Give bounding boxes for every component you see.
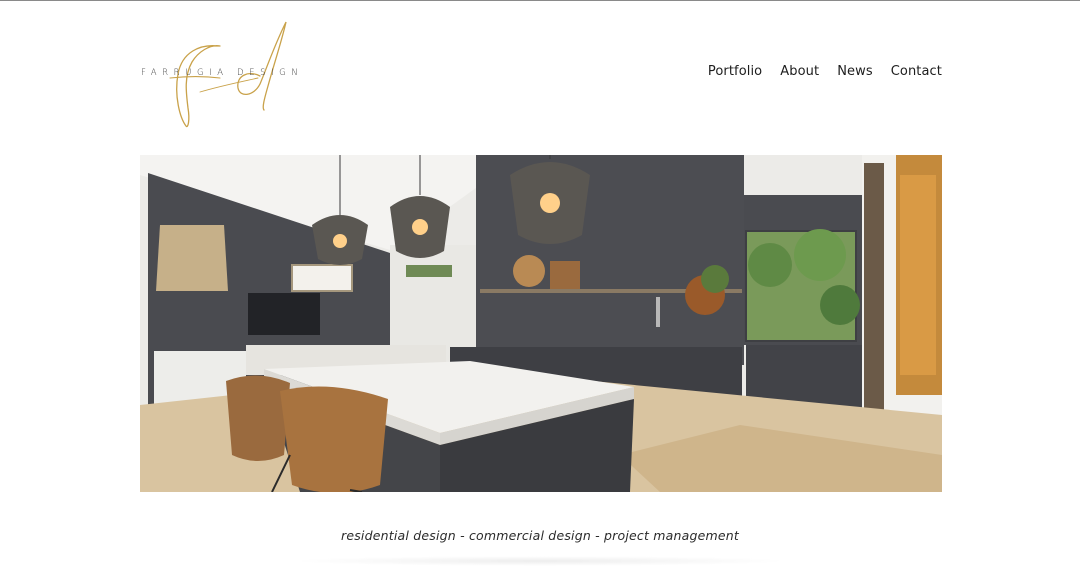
- nav-about[interactable]: About: [780, 64, 819, 79]
- nav-portfolio[interactable]: Portfolio: [708, 64, 762, 79]
- hero-image: [140, 155, 942, 492]
- footer-shadow: [290, 556, 790, 566]
- kitchen-photo: [140, 155, 942, 492]
- logo-wordmark: FARRUGIA DESIGN: [141, 68, 304, 78]
- main-nav: Portfolio About News Contact: [708, 64, 942, 79]
- site-logo[interactable]: FARRUGIA DESIGN: [140, 16, 330, 131]
- site-tagline: residential design - commercial design -…: [340, 528, 739, 543]
- nav-contact[interactable]: Contact: [891, 64, 942, 79]
- nav-news[interactable]: News: [837, 64, 873, 79]
- top-border: [0, 0, 1080, 1]
